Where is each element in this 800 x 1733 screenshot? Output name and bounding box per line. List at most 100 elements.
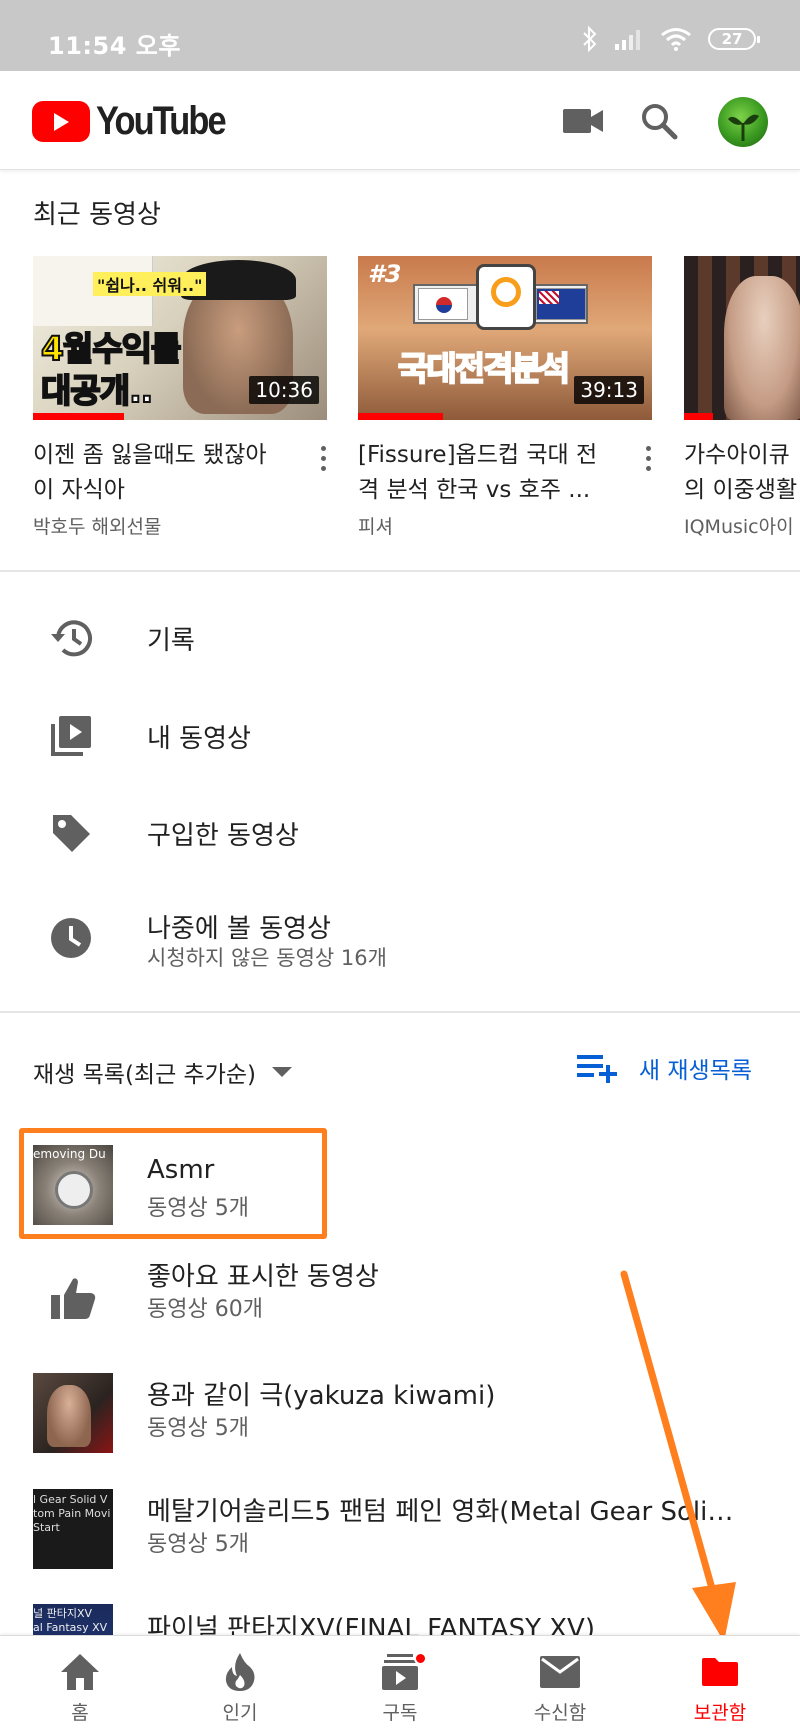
thumbnail-performer	[724, 276, 800, 420]
video-duration: 39:13	[574, 376, 644, 404]
recent-videos-carousel[interactable]: "쉽나.. 쉬워.." 4월수익률 대공개.. 10:36 이젠 좀 잃을때도 …	[0, 256, 800, 546]
playlist-sort-label: 재생 목록(최근 추가순)	[33, 1062, 257, 1088]
status-bar: 11:54 오후 27	[0, 0, 800, 71]
playlist-thumbnail	[33, 1373, 113, 1453]
video-duration: 10:36	[249, 376, 319, 404]
sprout-icon	[728, 114, 759, 141]
menu-item-sublabel: 시청하지 않은 동영상 16개	[147, 946, 387, 970]
video-channel: IQMusic아이	[684, 516, 794, 538]
recent-video-card[interactable]: #3 국대전격분석 39:13 [Fissure]옵드컵 국대 전격 분석 한국…	[358, 256, 652, 539]
liked-videos-thumbnail	[33, 1258, 113, 1338]
chevron-down-icon	[272, 1067, 293, 1077]
notification-dot	[414, 1652, 427, 1665]
playlist-name: 좋아요 표시한 동영상	[147, 1262, 379, 1292]
my-videos-icon	[46, 711, 96, 761]
video-title[interactable]: 가수아이큐의 이중생활	[684, 438, 800, 508]
tab-inbox[interactable]: 수신함	[480, 1636, 640, 1733]
flame-icon	[222, 1650, 258, 1694]
thumbnail-headline-2: 대공개..	[40, 370, 154, 411]
recent-videos-title: 최근 동영상	[33, 200, 161, 230]
playlist-count: 동영상 5개	[147, 1416, 249, 1441]
playlist-name: 용과 같이 극(yakuza kiwami)	[147, 1381, 496, 1411]
new-playlist-button[interactable]: 새 재생목록	[576, 1051, 752, 1085]
menu-item-label: 나중에 볼 동영상	[147, 914, 331, 944]
search-button[interactable]	[636, 98, 682, 144]
thumbnail-caption: l Gear Solid V tom Pain Movi Start	[33, 1493, 111, 1534]
thumbnail-caption: "쉽나.. 쉬워.."	[93, 272, 207, 296]
video-channel: 박호두 해외선물	[33, 516, 162, 538]
video-thumbnail[interactable]	[684, 256, 800, 420]
subscriptions-icon	[381, 1650, 427, 1694]
video-title[interactable]: [Fissure]옵드컵 국대 전격 분석 한국 vs 호주 ...	[358, 438, 608, 508]
video-title[interactable]: 이젠 좀 잃을때도 됐잖아 이 자식아	[33, 438, 283, 508]
thumbs-up-icon	[51, 1278, 96, 1319]
menu-item-label: 내 동영상	[147, 723, 251, 754]
menu-item-label: 기록	[147, 625, 195, 656]
tab-label: 수신함	[533, 1702, 587, 1724]
thumbnail-figure	[47, 1385, 91, 1447]
tab-library[interactable]: 보관함	[640, 1636, 800, 1733]
battery-icon: 27	[708, 28, 760, 50]
more-options-button[interactable]	[636, 438, 660, 478]
korea-flag	[418, 288, 468, 320]
tab-label: 보관함	[693, 1702, 747, 1724]
playlist-thumbnail: l Gear Solid V tom Pain Movi Start	[33, 1489, 113, 1569]
youtube-logo[interactable]: YouTube	[32, 99, 246, 144]
tab-trending[interactable]: 인기	[160, 1636, 320, 1733]
bottom-navigation: 홈 인기 구독 수신함 보관함	[0, 1635, 800, 1733]
recent-video-card[interactable]: 가수아이큐의 이중생활 IQMusic아이	[684, 256, 800, 539]
bluetooth-icon	[583, 26, 597, 52]
video-thumbnail[interactable]: "쉽나.. 쉬워.." 4월수익률 대공개.. 10:36	[33, 256, 327, 420]
upload-video-button[interactable]	[560, 98, 606, 144]
playlist-count: 동영상 5개	[147, 1532, 249, 1557]
app-bar: YouTube	[0, 71, 800, 170]
playlist-name: 메탈기어솔리드5 팬텀 페인 영화(Metal Gear Soli…	[147, 1497, 734, 1527]
mail-icon	[539, 1650, 581, 1694]
section-divider	[0, 1011, 800, 1013]
youtube-wordmark: YouTube	[96, 99, 227, 143]
menu-item-watch-later[interactable]: 나중에 볼 동영상 시청하지 않은 동영상 16개	[0, 890, 800, 986]
thumbnail-headline-1: 4월수익률	[40, 328, 182, 369]
playlist-item[interactable]: 용과 같이 극(yakuza kiwami) 동영상 5개	[0, 1365, 800, 1465]
section-divider	[0, 570, 800, 572]
tag-icon	[46, 808, 96, 858]
youtube-play-icon	[32, 101, 90, 142]
recent-video-card[interactable]: "쉽나.. 쉬워.." 4월수익률 대공개.. 10:36 이젠 좀 잃을때도 …	[33, 256, 327, 539]
menu-item-history[interactable]: 기록	[0, 590, 800, 686]
new-playlist-label: 새 재생목록	[638, 1058, 752, 1084]
menu-item-my-videos[interactable]: 내 동영상	[0, 688, 800, 784]
signal-icon	[615, 30, 640, 50]
tab-label: 홈	[71, 1702, 89, 1724]
tab-label: 구독	[382, 1702, 418, 1724]
home-icon	[59, 1650, 101, 1694]
overwatch-emblem	[476, 264, 536, 330]
clock-icon	[46, 913, 96, 963]
watch-progress-bar	[684, 413, 714, 420]
playlist-item[interactable]: l Gear Solid V tom Pain Movi Start 메탈기어솔…	[0, 1481, 800, 1581]
tab-home[interactable]: 홈	[0, 1636, 160, 1733]
playlist-add-icon	[576, 1055, 617, 1083]
menu-item-purchases[interactable]: 구입한 동영상	[0, 785, 800, 881]
australia-flag	[536, 288, 586, 320]
search-icon	[642, 104, 678, 140]
history-icon	[46, 613, 96, 663]
status-time: 11:54 오후	[48, 32, 181, 60]
thumbnail-caption: 널 판타지XV al Fantasy XV	[33, 1607, 108, 1634]
playlist-sort-dropdown[interactable]: 재생 목록(최근 추가순)	[33, 1055, 293, 1089]
more-options-button[interactable]	[311, 438, 335, 478]
watch-progress-bar	[358, 413, 444, 420]
video-thumbnail[interactable]: #3 국대전격분석 39:13	[358, 256, 652, 420]
account-avatar[interactable]	[718, 97, 768, 147]
folder-icon	[700, 1650, 740, 1694]
wifi-icon	[661, 28, 691, 51]
menu-item-label: 구입한 동영상	[147, 820, 299, 851]
thumbnail-episode: #3	[368, 260, 402, 288]
video-camera-icon	[563, 109, 603, 133]
playlist-count: 동영상 60개	[147, 1297, 263, 1322]
playlist-item[interactable]: 좋아요 표시한 동영상 동영상 60개	[0, 1248, 800, 1348]
tab-label: 인기	[222, 1702, 258, 1724]
annotation-highlight-box	[19, 1128, 327, 1239]
battery-level: 27	[721, 30, 743, 48]
tab-subscriptions[interactable]: 구독	[320, 1636, 480, 1733]
status-icons: 27	[582, 24, 760, 54]
